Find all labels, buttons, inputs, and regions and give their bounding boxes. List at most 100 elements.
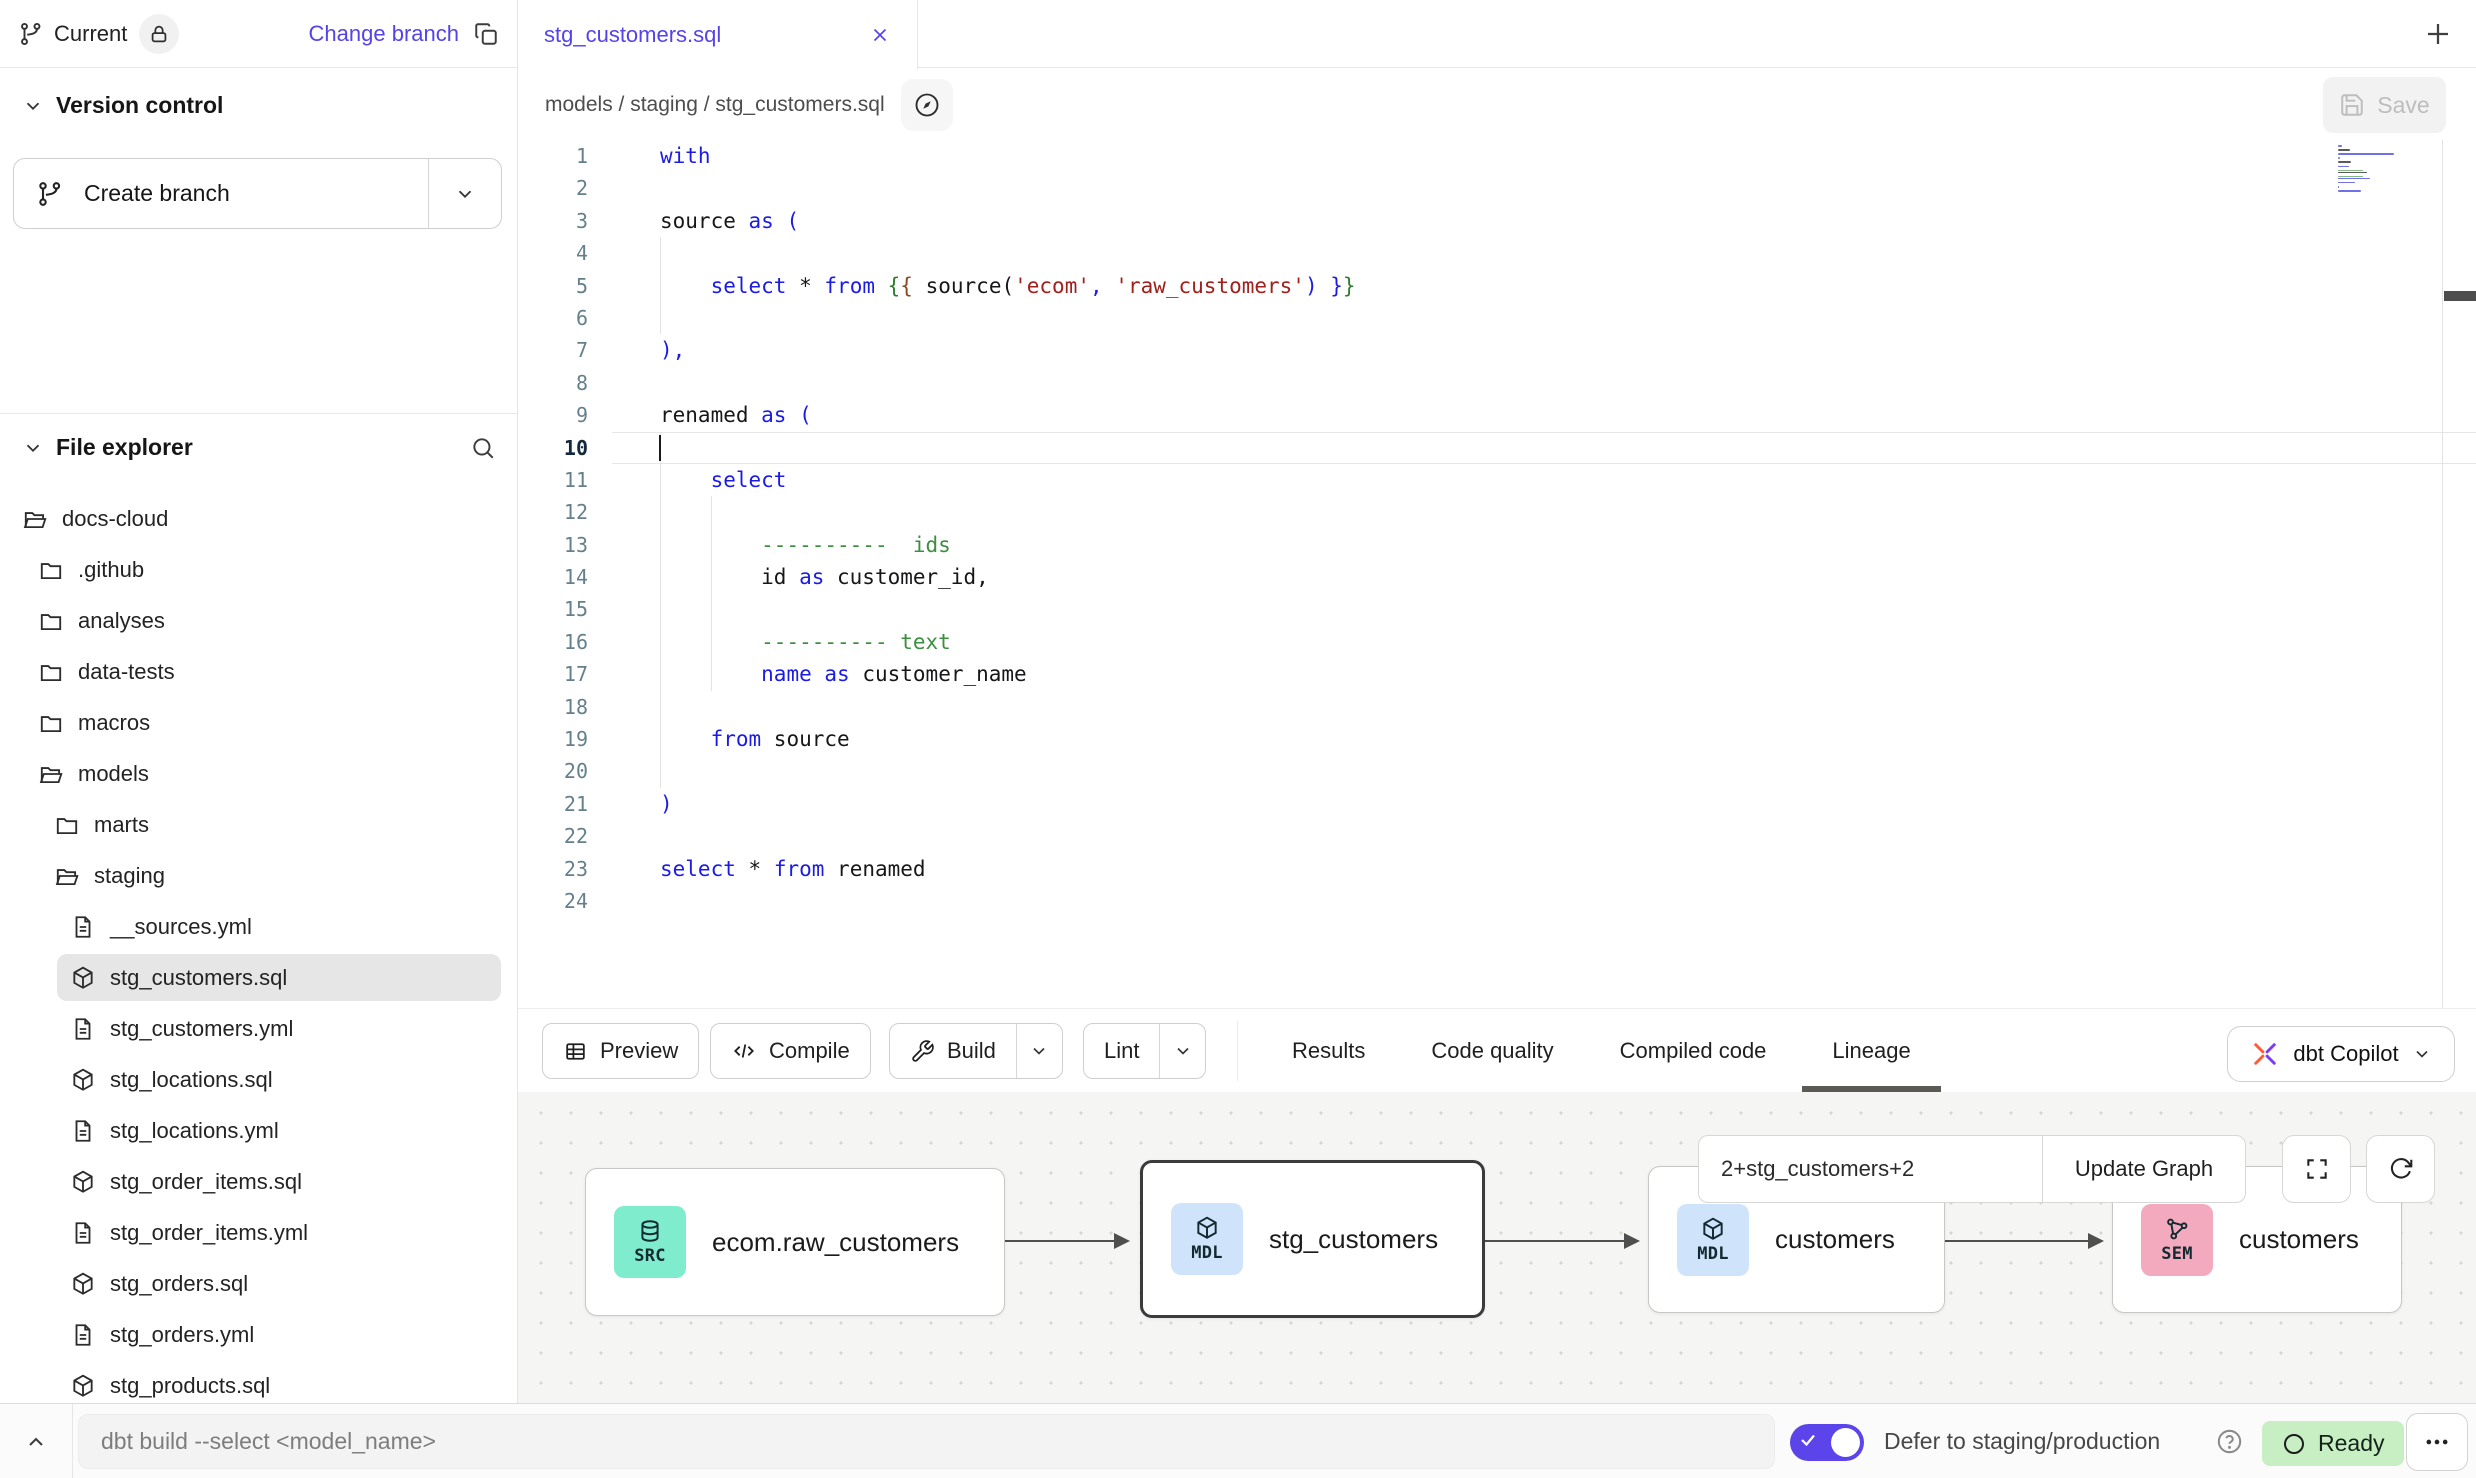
badge-label: MDL bbox=[1697, 1244, 1729, 1264]
close-icon[interactable] bbox=[869, 24, 891, 46]
file-tree-item-models[interactable]: models bbox=[0, 748, 517, 799]
tab-code-quality[interactable]: Code quality bbox=[1427, 1010, 1557, 1092]
code-line-2: 2 bbox=[518, 172, 2476, 204]
main-panel: stg_customers.sql models / staging / stg… bbox=[518, 0, 2476, 1403]
create-branch-button[interactable]: Create branch bbox=[13, 158, 502, 229]
divider bbox=[0, 413, 517, 414]
defer-toggle[interactable] bbox=[1790, 1424, 1864, 1461]
lineage-selector-input[interactable] bbox=[1698, 1135, 2042, 1203]
file-tree-item-stg-customers-sql[interactable]: stg_customers.sql bbox=[0, 952, 517, 1003]
line-number: 14 bbox=[518, 561, 612, 593]
file-tree-item-stg-order-items-yml[interactable]: stg_order_items.yml bbox=[0, 1207, 517, 1258]
file-tree-item-stg-orders-yml[interactable]: stg_orders.yml bbox=[0, 1309, 517, 1360]
file-label: stg_orders.yml bbox=[110, 1322, 254, 1348]
help-icon[interactable] bbox=[2216, 1428, 2243, 1455]
check-icon bbox=[1799, 1431, 1817, 1449]
circle-icon bbox=[2282, 1432, 2306, 1456]
tab-stg-customers-sql[interactable]: stg_customers.sql bbox=[518, 0, 918, 69]
file-icon bbox=[70, 1322, 96, 1348]
chevron-down-icon bbox=[22, 437, 44, 459]
file-tree-item-docs-cloud[interactable]: docs-cloud bbox=[0, 493, 517, 544]
preview-button[interactable]: Preview bbox=[542, 1023, 699, 1079]
line-number: 24 bbox=[518, 885, 612, 917]
editor-minimap[interactable] bbox=[2334, 142, 2400, 196]
code-text bbox=[612, 302, 2476, 334]
file-tree-item--sources-yml[interactable]: __sources.yml bbox=[0, 901, 517, 952]
breadcrumb-row: models / staging / stg_customers.sql Sav… bbox=[518, 69, 2476, 140]
file-tree-item-stg-order-items-sql[interactable]: stg_order_items.sql bbox=[0, 1156, 517, 1207]
dbt-command-input[interactable] bbox=[78, 1414, 1775, 1469]
folder-icon bbox=[54, 812, 80, 838]
lineage-canvas[interactable]: SRC ecom.raw_customers MDL stg_customers… bbox=[518, 1092, 2476, 1403]
code-text bbox=[612, 432, 2476, 464]
node-label: customers bbox=[1775, 1224, 1895, 1255]
copilot-label: dbt Copilot bbox=[2293, 1041, 2398, 1067]
status-badge[interactable]: Ready bbox=[2262, 1421, 2404, 1466]
code-editor[interactable]: 1with23source as (45 select * from {{ so… bbox=[518, 140, 2476, 1008]
code-text bbox=[612, 593, 2476, 625]
new-tab-button[interactable] bbox=[2418, 14, 2458, 54]
file-label: stg_orders.sql bbox=[110, 1271, 248, 1297]
divider bbox=[72, 1404, 73, 1478]
file-tree-item-stg-locations-sql[interactable]: stg_locations.sql bbox=[0, 1054, 517, 1105]
lint-label: Lint bbox=[1104, 1038, 1139, 1064]
code-text bbox=[612, 237, 2476, 269]
build-button[interactable]: Build bbox=[889, 1023, 1063, 1079]
pane-resize-handle[interactable] bbox=[2444, 291, 2476, 301]
file-icon bbox=[70, 914, 96, 940]
folder-icon bbox=[38, 557, 64, 583]
tab-compiled-code[interactable]: Compiled code bbox=[1616, 1010, 1771, 1092]
code-text: ) bbox=[612, 788, 2476, 820]
lint-button[interactable]: Lint bbox=[1083, 1023, 1206, 1079]
file-tree-item-data-tests[interactable]: data-tests bbox=[0, 646, 517, 697]
copy-branch-icon[interactable] bbox=[473, 21, 499, 47]
refresh-button[interactable] bbox=[2366, 1135, 2435, 1203]
file-label: stg_order_items.sql bbox=[110, 1169, 302, 1195]
file-tree-item-marts[interactable]: marts bbox=[0, 799, 517, 850]
git-branch-icon bbox=[36, 180, 64, 208]
lineage-node-stg-customers[interactable]: MDL stg_customers bbox=[1140, 1160, 1485, 1318]
fullscreen-button[interactable] bbox=[2282, 1135, 2351, 1203]
file-tree-item-staging[interactable]: staging bbox=[0, 850, 517, 901]
tab-lineage[interactable]: Lineage bbox=[1828, 1010, 1914, 1092]
dbt-copilot-button[interactable]: dbt Copilot bbox=[2227, 1026, 2455, 1082]
file-tree-item--github[interactable]: .github bbox=[0, 544, 517, 595]
save-button[interactable]: Save bbox=[2323, 77, 2446, 133]
file-tree-item-stg-orders-sql[interactable]: stg_orders.sql bbox=[0, 1258, 517, 1309]
code-text bbox=[612, 367, 2476, 399]
file-tree-item-stg-locations-yml[interactable]: stg_locations.yml bbox=[0, 1105, 517, 1156]
tab-title: stg_customers.sql bbox=[544, 22, 721, 48]
change-branch-link[interactable]: Change branch bbox=[309, 21, 459, 47]
file-explorer-header[interactable]: File explorer bbox=[22, 434, 496, 461]
more-options-button[interactable] bbox=[2406, 1413, 2468, 1471]
code-line-21: 21) bbox=[518, 788, 2476, 820]
code-text: ---------- ids bbox=[612, 529, 2476, 561]
badge-label: SRC bbox=[634, 1246, 666, 1266]
code-line-16: 16 ---------- text bbox=[518, 626, 2476, 658]
chevron-down-icon bbox=[2412, 1044, 2432, 1064]
file-tree-item-stg-customers-yml[interactable]: stg_customers.yml bbox=[0, 1003, 517, 1054]
version-control-header[interactable]: Version control bbox=[22, 92, 223, 119]
file-icon bbox=[70, 1220, 96, 1246]
lint-dropdown[interactable] bbox=[1159, 1024, 1205, 1078]
tab-results[interactable]: Results bbox=[1288, 1010, 1369, 1092]
search-icon[interactable] bbox=[470, 435, 496, 461]
compass-icon[interactable] bbox=[901, 79, 953, 131]
build-dropdown[interactable] bbox=[1016, 1024, 1062, 1078]
file-label: data-tests bbox=[78, 659, 175, 685]
lock-icon bbox=[148, 23, 170, 45]
chevron-up-icon[interactable] bbox=[12, 1420, 60, 1464]
file-label: marts bbox=[94, 812, 149, 838]
create-branch-dropdown[interactable] bbox=[428, 159, 501, 228]
line-number: 10 bbox=[518, 432, 612, 464]
update-graph-button[interactable]: Update Graph bbox=[2042, 1135, 2246, 1203]
create-branch-label: Create branch bbox=[84, 180, 230, 207]
lineage-node-source[interactable]: SRC ecom.raw_customers bbox=[585, 1168, 1005, 1316]
file-tree-item-analyses[interactable]: analyses bbox=[0, 595, 517, 646]
code-line-5: 5 select * from {{ source('ecom', 'raw_c… bbox=[518, 270, 2476, 302]
file-tree-item-macros[interactable]: macros bbox=[0, 697, 517, 748]
file-label: __sources.yml bbox=[110, 914, 252, 940]
compile-button[interactable]: Compile bbox=[710, 1023, 871, 1079]
code-text: select * from renamed bbox=[612, 853, 2476, 885]
line-number: 12 bbox=[518, 496, 612, 528]
